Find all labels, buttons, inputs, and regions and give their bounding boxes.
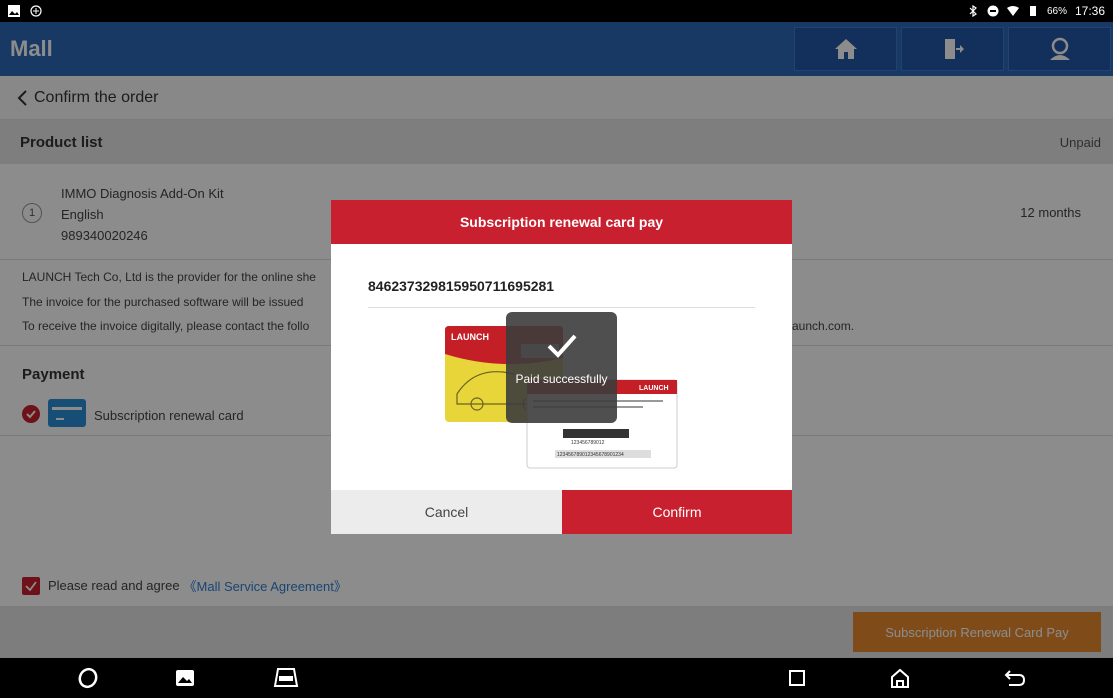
battery-percent: 66% [1046, 5, 1067, 17]
recents-nav-button[interactable] [777, 658, 817, 698]
home-outline-icon [891, 668, 909, 688]
bluetooth-icon [967, 4, 979, 18]
card-back-password: 123456789012345678901234 [557, 452, 624, 458]
browser-nav-button[interactable] [68, 658, 108, 698]
card-back-brand: LAUNCH [639, 385, 669, 392]
battery-icon [1027, 5, 1039, 17]
back-nav-button[interactable] [995, 658, 1035, 698]
card-back-number: 123456789012 [571, 440, 605, 446]
wifi-icon [1006, 5, 1019, 17]
payment-success-toast: Paid successfully [506, 312, 617, 423]
vci-icon [273, 668, 299, 687]
gallery-notification-icon [8, 5, 20, 17]
app-notification-icon [30, 5, 42, 17]
dnd-icon [987, 5, 999, 17]
gallery-nav-button[interactable] [165, 658, 205, 698]
back-arrow-icon [1004, 670, 1026, 686]
check-icon [547, 334, 577, 358]
system-nav-bar [0, 658, 1113, 698]
card-front-brand: LAUNCH [451, 332, 489, 342]
gallery-icon [176, 670, 194, 686]
toast-message: Paid successfully [515, 372, 608, 386]
divider [368, 307, 755, 308]
clock: 17:36 [1074, 4, 1105, 18]
browser-icon [78, 667, 98, 689]
recents-icon [789, 670, 805, 686]
vci-nav-button[interactable] [266, 658, 306, 698]
card-number-field[interactable]: 84623732981595071169528​1 [368, 278, 554, 294]
dialog-title: Subscription renewal card pay [331, 200, 792, 244]
home-nav-button[interactable] [880, 658, 920, 698]
cancel-button[interactable]: Cancel [331, 490, 562, 534]
confirm-button[interactable]: Confirm [562, 490, 792, 534]
status-bar: 66% 17:36 [0, 0, 1113, 22]
